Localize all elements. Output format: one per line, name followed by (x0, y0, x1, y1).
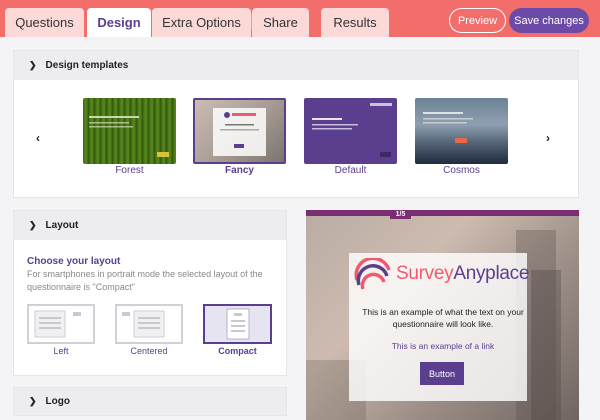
carousel-prev-icon[interactable]: ‹ (36, 131, 40, 145)
choose-layout-title: Choose your layout (27, 256, 121, 267)
layout-centered-illustration (122, 310, 165, 338)
tab-questions[interactable]: Questions (5, 8, 84, 37)
template-label-forest: Forest (115, 165, 144, 176)
tab-design[interactable]: Design (87, 8, 151, 37)
layout-left-illustration (34, 310, 81, 338)
layout-description: For smartphones in portrait mode the sel… (27, 269, 263, 292)
layout-label-compact: Compact (218, 346, 257, 356)
layout-option-compact[interactable] (203, 304, 272, 344)
layout-header[interactable]: ❯ Layout (14, 211, 286, 240)
forest-thumbnail (89, 116, 169, 157)
design-templates-title: Design templates (45, 60, 129, 71)
progress-bar (306, 210, 579, 216)
preview-link[interactable]: This is an example of a link (360, 341, 526, 351)
logo-header[interactable]: ❯ Logo (13, 387, 287, 416)
layout-label-left: Left (53, 346, 69, 356)
surveyanyplace-logo-icon (354, 258, 391, 290)
layout-label-centered: Centered (130, 346, 168, 356)
layout-title: Layout (45, 220, 79, 231)
template-default[interactable] (304, 98, 397, 164)
template-cosmos[interactable] (415, 98, 508, 164)
brand-survey: Survey (396, 263, 454, 284)
template-fancy[interactable] (193, 98, 286, 164)
default-thumbnail (312, 103, 392, 157)
logo-title: Logo (45, 396, 70, 407)
chevron-right-icon: ❯ (29, 396, 37, 406)
tab-extra-options[interactable]: Extra Options (152, 8, 251, 37)
template-label-cosmos: Cosmos (443, 165, 480, 176)
carousel-next-icon[interactable]: › (546, 131, 550, 145)
save-changes-button[interactable]: Save changes (509, 8, 589, 33)
layout-compact-illustration (226, 308, 250, 340)
template-label-fancy: Fancy (225, 165, 254, 176)
template-label-default: Default (334, 165, 367, 176)
layout-option-left[interactable] (27, 304, 95, 344)
design-templates-header[interactable]: ❯ Design templates (14, 51, 578, 80)
template-forest[interactable] (83, 98, 176, 164)
preview-text: This is an example of what the text on y… (362, 307, 524, 329)
layout-option-centered[interactable] (115, 304, 183, 344)
brand-name: SurveyAnyplace (396, 263, 529, 285)
fancy-thumbnail (213, 108, 266, 156)
tab-results[interactable]: Results (321, 8, 389, 37)
progress-counter: 1/5 (390, 210, 411, 219)
tab-share[interactable]: Share (252, 8, 309, 37)
preview-button-sample[interactable]: Button (420, 362, 464, 385)
cosmos-thumbnail (423, 112, 473, 143)
chevron-right-icon: ❯ (29, 60, 37, 70)
brand-anyplace: Anyplace (453, 263, 530, 284)
preview-button[interactable]: Preview (449, 8, 506, 33)
chevron-right-icon: ❯ (29, 220, 37, 230)
